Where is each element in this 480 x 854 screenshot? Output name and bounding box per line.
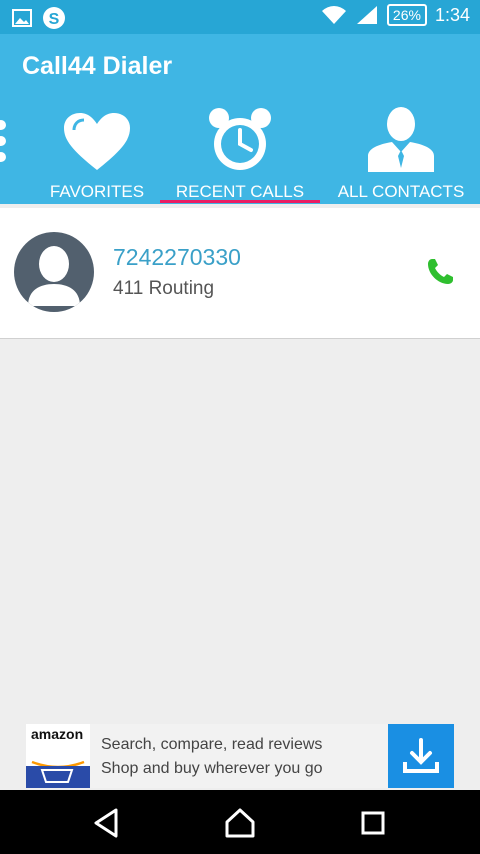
heart-icon [62,104,132,172]
status-bar: S 26% 1:34 [0,0,480,34]
menu-icon [0,104,20,172]
gallery-icon [12,9,32,27]
tab-label: FAVORITES [49,182,145,201]
caller-name: 411 Routing [113,278,215,299]
skype-icon: S [43,7,65,29]
amazon-logo: amazon [26,724,90,788]
tab-strip: AD FAVORITES RECENT CALLS [0,104,480,204]
wifi-icon [321,6,346,24]
tab-all-contacts[interactable]: ALL CONTACTS [330,104,472,204]
battery-indicator: 26% [386,4,427,26]
tab-label: ALL CONTACTS [337,182,465,201]
tab-recent-calls[interactable]: RECENT CALLS [160,104,320,204]
selected-tab-indicator [160,200,320,203]
recent-call-item[interactable]: 7242270330 411 Routing [0,208,480,339]
caller-number: 7242270330 [113,244,241,270]
ad-line-1: Search, compare, read reviews [101,736,323,753]
clock: 1:34 [434,4,470,25]
recents-icon[interactable] [356,806,390,840]
navigation-bar [0,790,480,854]
ad-banner[interactable]: amazon Search, compare, read reviews Sho… [26,724,454,788]
download-icon [403,738,439,773]
phone-icon[interactable] [424,256,456,288]
download-button[interactable] [388,724,454,788]
tab-dialpad[interactable]: AD [0,104,20,204]
ad-line-2: Shop and buy wherever you go [101,760,323,777]
cart-icon [26,760,90,788]
avatar [14,232,94,312]
svg-text:S: S [49,11,60,28]
ad-brand: amazon [31,726,84,742]
tab-favorites[interactable]: FAVORITES [42,104,152,204]
person-icon [366,104,436,172]
tab-label: RECENT CALLS [175,182,305,201]
app-title: Call44 Dialer [22,52,173,80]
signal-icon [356,6,377,24]
app-bar: Call44 Dialer AD FAVORITES [0,34,480,204]
alarm-clock-icon [205,104,275,172]
back-icon[interactable] [90,806,124,840]
home-icon[interactable] [223,806,257,840]
